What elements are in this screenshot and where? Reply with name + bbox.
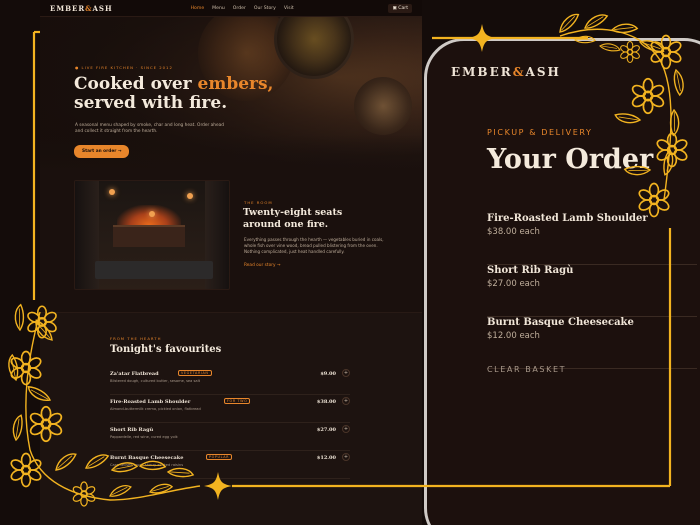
order-line-item[interactable]: Burnt Basque Cheesecake $12.00 each bbox=[487, 317, 697, 369]
dining-room-photo bbox=[74, 180, 230, 290]
start-order-button[interactable]: Start an order → bbox=[74, 145, 130, 158]
nav-link-order[interactable]: Order bbox=[233, 6, 246, 11]
menu-eyebrow: FROM THE HEARTH bbox=[110, 336, 162, 341]
nav-links: Home Menu Order Our Story Visit bbox=[191, 6, 294, 11]
menu-item: Fire-Roasted Lamb Shoulder FOR TWO Almon… bbox=[110, 397, 350, 423]
brand-name-part: EMBER bbox=[451, 65, 513, 79]
flower-icon bbox=[8, 452, 44, 488]
order-item-name: Burnt Basque Cheesecake bbox=[487, 317, 634, 328]
cart-button[interactable]: ▣ Cart bbox=[388, 3, 412, 13]
menu-item-name: Burnt Basque Cheesecake bbox=[110, 455, 184, 461]
menu-item-description: Blistered dough, cultured butter, sesame… bbox=[110, 379, 200, 383]
menu-item-price: $27.00 bbox=[316, 427, 336, 433]
menu-title: Tonight's favourites bbox=[110, 344, 222, 355]
hero-title-text: Cooked over bbox=[74, 74, 198, 94]
nav-link-our-story[interactable]: Our Story bbox=[254, 6, 276, 11]
room-description: Everything passes through the hearth — v… bbox=[244, 237, 384, 254]
top-navigation: EMBER&ASH Home Menu Order Our Story Visi… bbox=[40, 0, 422, 17]
leaf-icon bbox=[5, 353, 22, 381]
lamp-icon bbox=[187, 193, 193, 199]
phone-brand-logo[interactable]: EMBER&ASH bbox=[451, 65, 561, 79]
add-to-order-button[interactable]: + bbox=[342, 369, 350, 377]
menu-item: Za'atar Flatbread VEGETARIAN Blistered d… bbox=[110, 369, 350, 395]
read-story-link[interactable]: Read our story → bbox=[244, 263, 280, 268]
hero-title-accent: embers, bbox=[197, 74, 274, 94]
order-item-price: $38.00 each bbox=[487, 227, 540, 237]
leaf-icon bbox=[6, 413, 30, 441]
menu-item-tag: VEGETARIAN bbox=[178, 370, 212, 376]
brand-name-part: ASH bbox=[525, 65, 561, 79]
lamp-icon bbox=[149, 211, 155, 217]
phone-order-preview: EMBER&ASH PICKUP & DELIVERY Your Order F… bbox=[424, 38, 700, 525]
nav-link-visit[interactable]: Visit bbox=[284, 6, 294, 11]
menu-item-tag: POPULAR bbox=[206, 454, 233, 460]
order-item-price: $12.00 each bbox=[487, 331, 540, 341]
menu-item-description: Almond-buttermilk crema, pickled onion, … bbox=[110, 407, 201, 411]
menu-item-name: Fire-Roasted Lamb Shoulder bbox=[110, 399, 191, 405]
menu-item: Burnt Basque Cheesecake POPULAR Carameli… bbox=[110, 453, 350, 479]
clear-basket-button[interactable]: CLEAR BASKET bbox=[487, 365, 566, 374]
menu-item: Short Rib Ragù Pappardelle, red wine, cu… bbox=[110, 425, 350, 451]
order-title: Your Order bbox=[487, 144, 654, 175]
nav-link-menu[interactable]: Menu bbox=[212, 6, 225, 11]
menu-item-description: Pappardelle, red wine, cured egg yolk bbox=[110, 435, 178, 439]
add-to-order-button[interactable]: + bbox=[342, 397, 350, 405]
desktop-site-preview: EMBER&ASH Home Menu Order Our Story Visi… bbox=[40, 0, 422, 525]
lamp-icon bbox=[109, 189, 115, 195]
leaf-icon bbox=[555, 12, 583, 34]
menu-item-price: $38.00 bbox=[316, 399, 336, 405]
kitchen-pass bbox=[113, 225, 185, 247]
hero-title: Cooked over embers, served with fire. bbox=[74, 75, 273, 113]
brand-name-part: ASH bbox=[92, 3, 113, 13]
order-item-name: Fire-Roasted Lamb Shoulder bbox=[487, 213, 648, 224]
brand-ampersand: & bbox=[512, 65, 526, 79]
menu-item-name: Za'atar Flatbread bbox=[110, 371, 159, 377]
leaf-icon bbox=[611, 19, 639, 38]
add-to-order-button[interactable]: + bbox=[342, 453, 350, 461]
add-to-order-button[interactable]: + bbox=[342, 425, 350, 433]
menu-item-tag: FOR TWO bbox=[224, 398, 251, 404]
nav-link-home[interactable]: Home bbox=[191, 6, 205, 11]
order-eyebrow: PICKUP & DELIVERY bbox=[487, 128, 593, 137]
order-line-item[interactable]: Fire-Roasted Lamb Shoulder $38.00 each bbox=[487, 213, 697, 265]
hero-description: A seasonal menu shaped by smoke, char an… bbox=[75, 123, 224, 134]
order-item-price: $27.00 each bbox=[487, 279, 540, 289]
hero-title-text: served with fire. bbox=[74, 93, 228, 113]
menu-item-price: $12.00 bbox=[316, 455, 336, 461]
brand-logo[interactable]: EMBER&ASH bbox=[50, 4, 113, 13]
menu-section: FROM THE HEARTH Tonight's favourites Za'… bbox=[40, 312, 422, 525]
leaf-icon bbox=[9, 303, 30, 331]
order-line-item[interactable]: Short Rib Ragù $27.00 each bbox=[487, 265, 697, 317]
order-item-name: Short Rib Ragù bbox=[487, 265, 574, 276]
cart-label: Cart bbox=[398, 5, 408, 11]
brand-name-part: EMBER bbox=[50, 3, 86, 13]
menu-item-description: Caramelised crust, sherry-soaked raisins bbox=[110, 463, 184, 467]
leaf-icon bbox=[582, 13, 610, 30]
menu-item-price: $9.00 bbox=[320, 371, 336, 377]
hero-section: ● LIVE FIRE KITCHEN · SINCE 2012 Cooked … bbox=[40, 17, 422, 175]
room-title: Twenty-eight seats around one fire. bbox=[243, 207, 343, 230]
flower-icon bbox=[8, 350, 44, 386]
room-eyebrow: THE ROOM bbox=[244, 200, 273, 205]
hero-eyebrow: ● LIVE FIRE KITCHEN · SINCE 2012 bbox=[75, 65, 173, 70]
bag-icon: ▣ bbox=[392, 5, 397, 11]
dining-table bbox=[95, 261, 213, 279]
menu-item-name: Short Rib Ragù bbox=[110, 427, 154, 433]
